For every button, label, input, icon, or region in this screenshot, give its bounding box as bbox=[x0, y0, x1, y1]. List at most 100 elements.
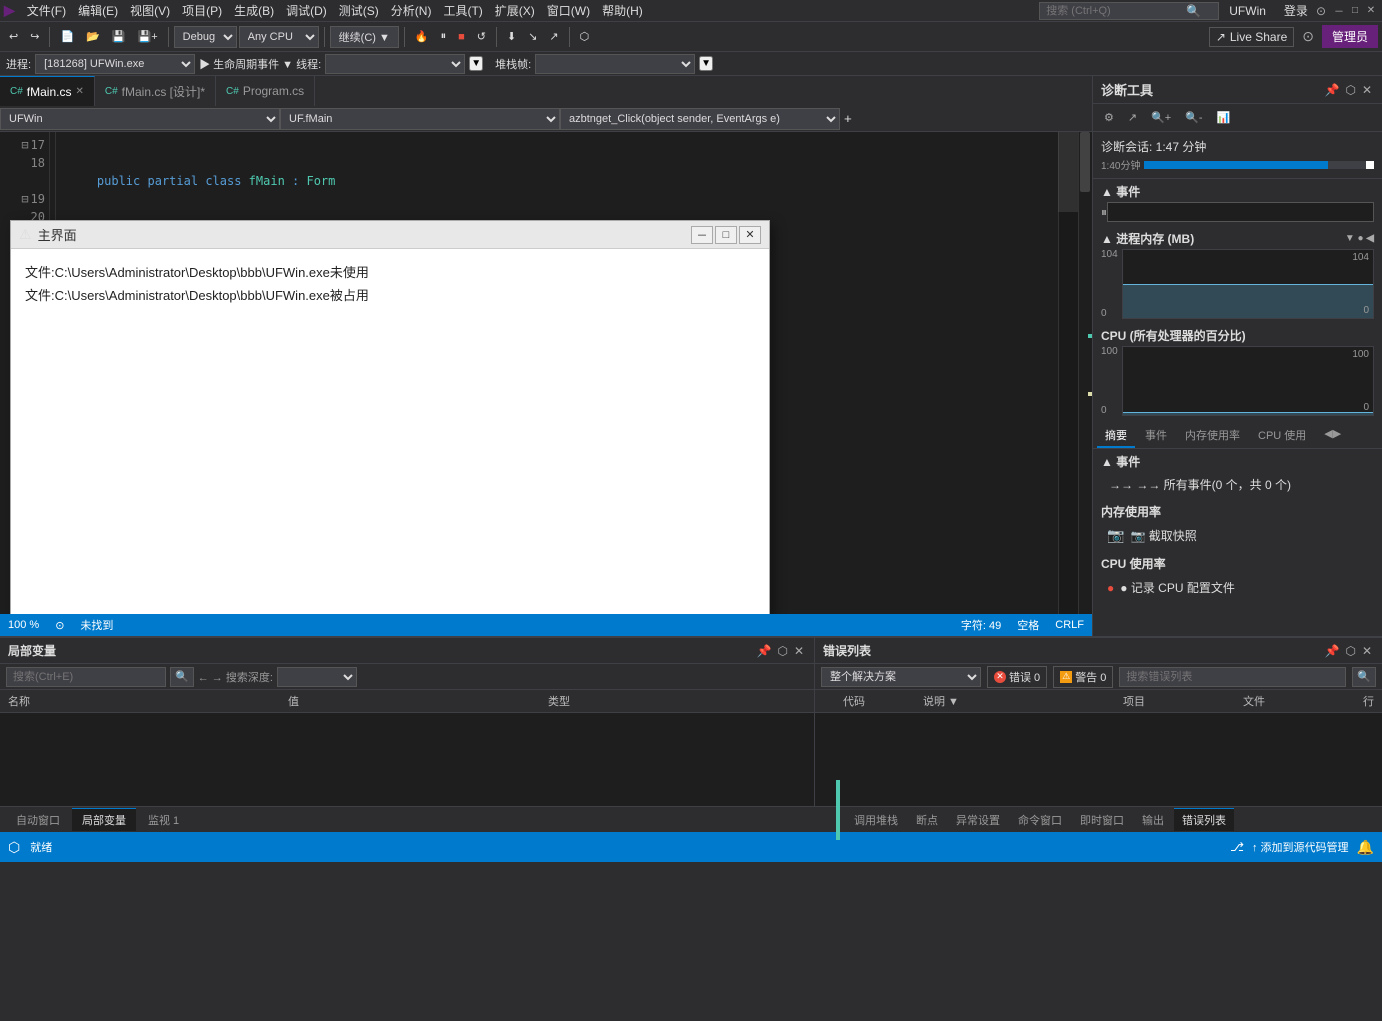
dialog-maximize-button[interactable]: □ bbox=[715, 226, 737, 244]
step-over-button[interactable]: ⬇ bbox=[502, 27, 521, 46]
tab-fmain-cs[interactable]: C# fMain.cs ✕ bbox=[0, 76, 95, 106]
diag-float-button[interactable]: ⬡ bbox=[1343, 81, 1357, 99]
dialog-close-button[interactable]: ✕ bbox=[739, 226, 761, 244]
menu-build[interactable]: 生成(B) bbox=[228, 0, 280, 21]
immediate-tab[interactable]: 即时窗口 bbox=[1072, 809, 1132, 831]
stop-button[interactable]: ■ bbox=[453, 28, 470, 46]
menu-help[interactable]: 帮助(H) bbox=[596, 0, 649, 21]
errors-search-input[interactable] bbox=[1119, 667, 1346, 687]
output-tab[interactable]: 输出 bbox=[1134, 809, 1172, 831]
diag-zoom-out-button[interactable]: 🔍- bbox=[1180, 108, 1207, 127]
continue-button[interactable]: 继续(C) ▼ bbox=[330, 26, 399, 48]
warning-count-badge[interactable]: ⚠ 警告 0 bbox=[1053, 666, 1113, 688]
step-out-button[interactable]: ↗ bbox=[544, 27, 563, 46]
close-window-button[interactable]: ✕ bbox=[1364, 4, 1378, 18]
maximize-button[interactable]: □ bbox=[1348, 4, 1362, 18]
menu-tools[interactable]: 工具(T) bbox=[437, 0, 488, 21]
menu-extensions[interactable]: 扩展(X) bbox=[489, 0, 541, 21]
locals-depth-select[interactable] bbox=[277, 667, 357, 687]
diag-chart-button[interactable]: 📊 bbox=[1212, 108, 1236, 127]
cpu-select[interactable]: Any CPU bbox=[239, 26, 319, 48]
breakpoints-button[interactable]: ⬡ bbox=[575, 27, 595, 46]
hot-reload-button[interactable]: 🔥 bbox=[410, 27, 434, 46]
vertical-scrollbar[interactable] bbox=[1078, 132, 1092, 614]
callstack-tab[interactable]: 调用堆栈 bbox=[846, 809, 906, 831]
menu-test[interactable]: 测试(S) bbox=[333, 0, 385, 21]
errors-list-tab[interactable]: 错误列表 bbox=[1174, 808, 1234, 831]
diag-settings-button[interactable]: ⚙ bbox=[1099, 108, 1119, 127]
code-editor-container[interactable]: ⊟17 18 ⊟19 20 21 22 23 ⊟24 25 26 27 28 2… bbox=[0, 132, 1092, 614]
auto-window-tab[interactable]: 自动窗口 bbox=[6, 809, 70, 831]
diag-tab-summary[interactable]: 摘要 bbox=[1097, 424, 1135, 448]
zoom-level[interactable]: 100 % bbox=[8, 619, 39, 631]
new-file-button[interactable]: 📄 bbox=[55, 27, 79, 46]
admin-button[interactable]: 管理员 bbox=[1322, 25, 1378, 48]
open-button[interactable]: 📂 bbox=[81, 27, 105, 46]
profile-icon[interactable]: ⊙ bbox=[1302, 28, 1314, 45]
thread-nav-btn[interactable]: ▼ bbox=[469, 56, 483, 71]
process-select[interactable]: [181268] UFWin.exe bbox=[35, 54, 195, 74]
redo-button[interactable]: ↪ bbox=[25, 27, 44, 46]
errors-close-btn[interactable]: ✕ bbox=[1360, 642, 1374, 660]
undo-button[interactable]: ↩ bbox=[4, 27, 23, 46]
diag-tab-cpu[interactable]: CPU 使用 bbox=[1250, 424, 1314, 448]
command-tab[interactable]: 命令窗口 bbox=[1010, 809, 1070, 831]
menu-view[interactable]: 视图(V) bbox=[124, 0, 176, 21]
close-tab-fmain[interactable]: ✕ bbox=[75, 86, 83, 97]
menu-edit[interactable]: 编辑(E) bbox=[72, 0, 124, 21]
pause-button[interactable]: ⏸ bbox=[436, 27, 452, 46]
notification-icon[interactable]: 🔔 bbox=[1357, 839, 1374, 856]
menu-analyze[interactable]: 分析(N) bbox=[385, 0, 438, 21]
class-nav-select[interactable]: UFWin bbox=[0, 108, 280, 130]
member-nav-select[interactable]: UF.fMain bbox=[280, 108, 560, 130]
locals-pin-btn[interactable]: 📌 bbox=[755, 642, 774, 660]
fold-marker-17[interactable]: ⊟ bbox=[21, 136, 28, 154]
breakpoints-tab[interactable]: 断点 bbox=[908, 809, 946, 831]
diag-pin-button[interactable]: 📌 bbox=[1323, 81, 1342, 99]
search-input[interactable] bbox=[1046, 5, 1186, 17]
solution-select[interactable]: 整个解决方案 bbox=[821, 667, 981, 687]
menu-project[interactable]: 项目(P) bbox=[176, 0, 228, 21]
minimap[interactable] bbox=[1058, 132, 1078, 614]
record-cpu-button[interactable]: ● ● 记录 CPU 配置文件 bbox=[1101, 576, 1374, 599]
errors-float-btn[interactable]: ⬡ bbox=[1343, 642, 1357, 660]
save-button[interactable]: 💾 bbox=[107, 27, 131, 46]
step-into-button[interactable]: ↘ bbox=[523, 27, 542, 46]
add-source-label[interactable]: ↑ 添加到源代码管理 bbox=[1252, 839, 1349, 855]
thread-select[interactable] bbox=[325, 54, 465, 74]
watch-tab[interactable]: 监视 1 bbox=[138, 809, 189, 831]
menu-file[interactable]: 文件(F) bbox=[21, 0, 72, 21]
diag-zoom-in-button[interactable]: 🔍+ bbox=[1146, 108, 1176, 127]
minimize-button[interactable]: － bbox=[1332, 4, 1346, 18]
locals-search-btn[interactable]: 🔍 bbox=[170, 667, 194, 687]
errors-search-btn[interactable]: 🔍 bbox=[1352, 667, 1376, 687]
error-count-badge[interactable]: ✕ 错误 0 bbox=[987, 666, 1047, 688]
locals-close-btn[interactable]: ✕ bbox=[792, 642, 806, 660]
search-box[interactable]: 🔍 bbox=[1039, 2, 1219, 20]
fold-marker-19[interactable]: ⊟ bbox=[21, 190, 28, 208]
stack-select[interactable] bbox=[535, 54, 695, 74]
menu-debug[interactable]: 调试(D) bbox=[280, 0, 333, 21]
tab-fmain-design[interactable]: C# fMain.cs [设计]* bbox=[95, 76, 216, 106]
save-all-button[interactable]: 💾+ bbox=[133, 27, 163, 46]
errors-pin-btn[interactable]: 📌 bbox=[1323, 642, 1342, 660]
diag-tab-nav[interactable]: ◀▶ bbox=[1316, 424, 1349, 448]
nav-expand-btn[interactable]: + bbox=[840, 109, 856, 128]
tab-program-cs[interactable]: C# Program.cs bbox=[216, 76, 315, 106]
snapshot-button[interactable]: 📷 📷 截取快照 bbox=[1101, 524, 1374, 547]
stack-nav-btn[interactable]: ▼ bbox=[699, 56, 713, 71]
diag-tab-memory[interactable]: 内存使用率 bbox=[1177, 424, 1248, 448]
locals-float-btn[interactable]: ⬡ bbox=[775, 642, 789, 660]
debug-mode-select[interactable]: Debug bbox=[174, 26, 237, 48]
live-share-button[interactable]: ↗ Live Share bbox=[1209, 27, 1294, 47]
exceptions-tab[interactable]: 异常设置 bbox=[948, 809, 1008, 831]
locals-search-input[interactable] bbox=[6, 667, 166, 687]
method-nav-select[interactable]: azbtnget_Click(object sender, EventArgs … bbox=[560, 108, 840, 130]
diag-tab-events[interactable]: 事件 bbox=[1137, 424, 1175, 448]
menu-window[interactable]: 窗口(W) bbox=[541, 0, 596, 21]
dialog-minimize-button[interactable]: － bbox=[691, 226, 713, 244]
locals-tab[interactable]: 局部变量 bbox=[72, 808, 136, 831]
diag-nav-button[interactable]: ↗ bbox=[1123, 108, 1142, 127]
scrollbar-thumb[interactable] bbox=[1080, 132, 1090, 192]
diag-close-button[interactable]: ✕ bbox=[1360, 81, 1374, 99]
